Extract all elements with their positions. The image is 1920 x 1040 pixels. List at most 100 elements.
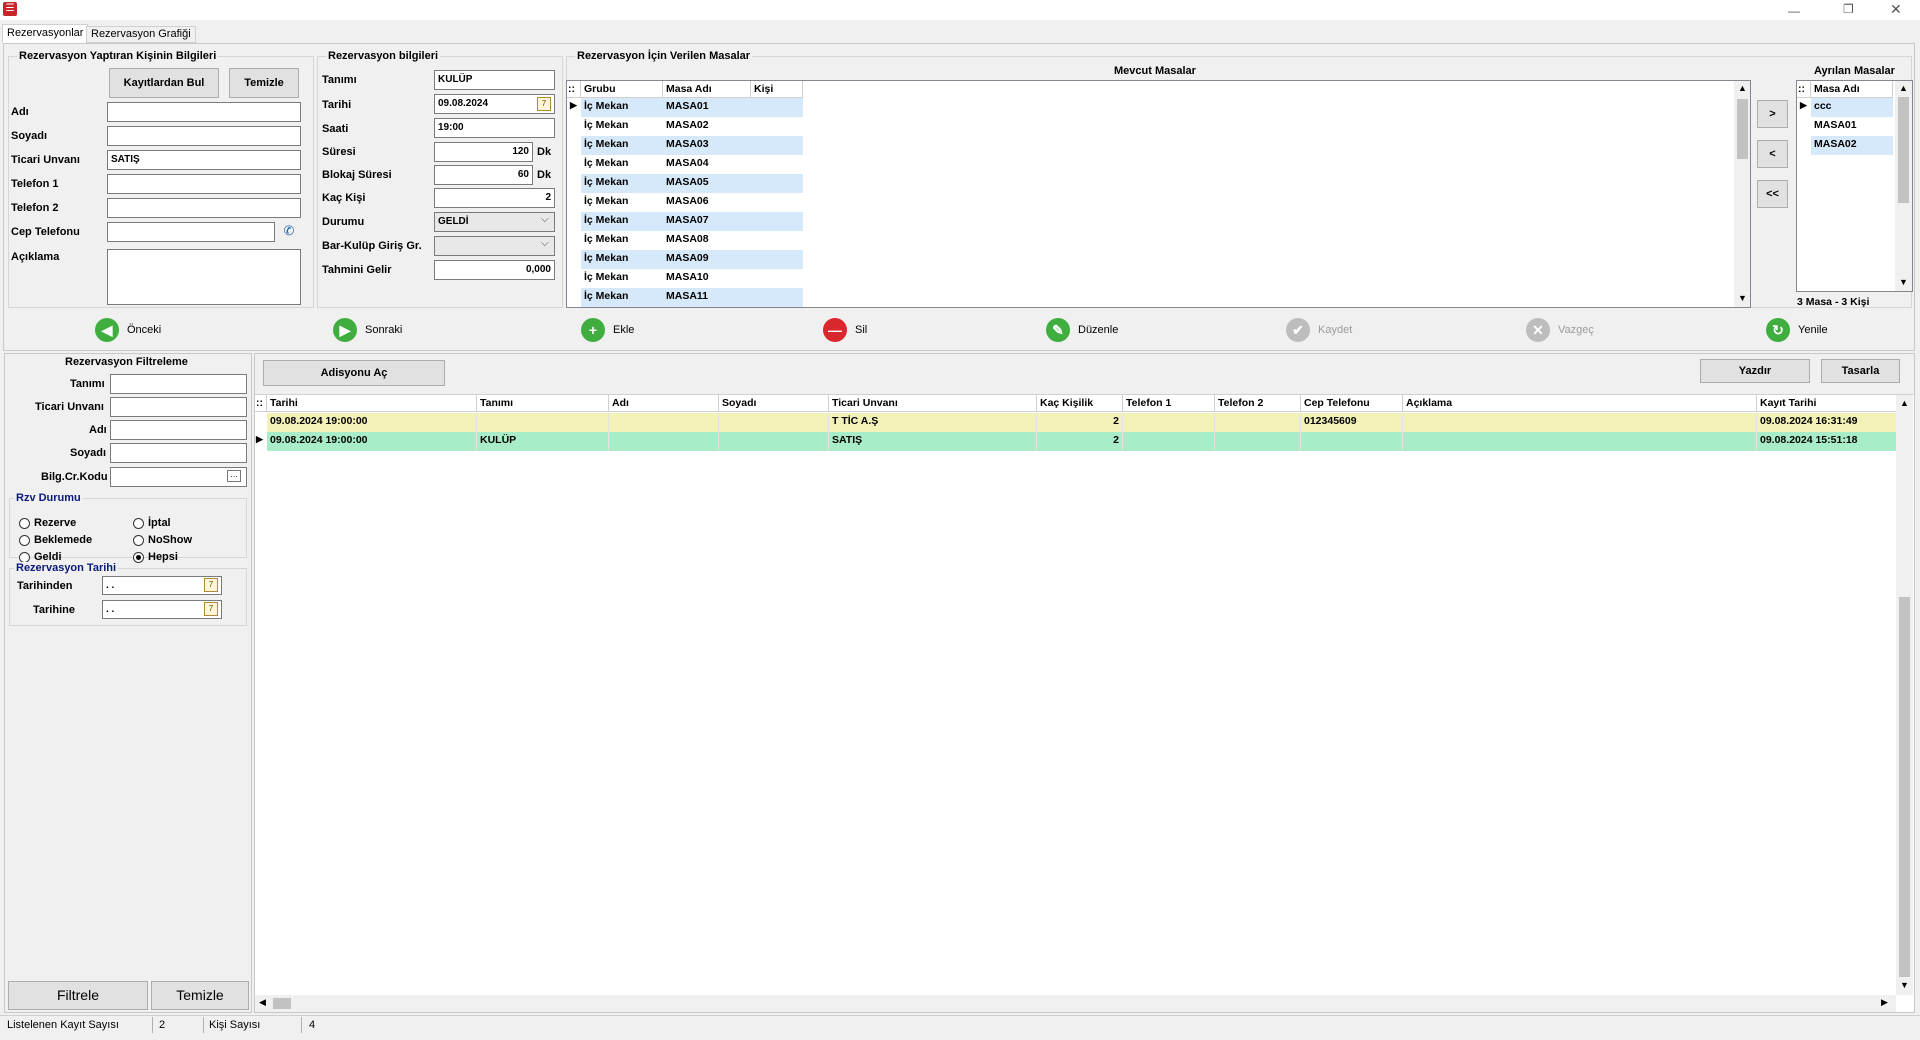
ellipsis-icon[interactable]: … — [227, 470, 241, 482]
toolbar-button-6[interactable]: ✕ Vazgeç — [1526, 318, 1594, 342]
scroll-thumb[interactable] — [273, 998, 291, 1009]
scroll-up-icon[interactable]: ▲ — [1899, 83, 1908, 93]
col-header-ayrilan-masa-adi[interactable]: Masa Adı — [1811, 81, 1893, 98]
calendar-icon[interactable]: 7 — [537, 97, 551, 111]
status-radio-3[interactable]: NoShow — [133, 534, 192, 546]
reservations-grid[interactable]: :: Tarihi Tanımı Adı Soyadı Ticari Unvanı Kaç… — [255, 394, 1914, 1012]
status-radio-2[interactable]: Beklemede — [19, 534, 92, 546]
res-sure-field[interactable]: 120 — [434, 142, 533, 162]
status-radio-5[interactable]: Hepsi — [133, 551, 178, 563]
ticari-field[interactable]: SATIŞ — [107, 150, 301, 170]
list-col-header-tarih[interactable]: Tarihi — [267, 395, 477, 412]
tab-rezervasyonlar[interactable]: Rezervasyonlar — [2, 24, 89, 43]
available-table-row[interactable]: İç Mekan MASA03 — [567, 136, 803, 155]
tab-rezervasyon-grafigi[interactable]: Rezervasyon Grafiği — [86, 26, 196, 43]
available-table-row[interactable]: İç Mekan MASA06 — [567, 193, 803, 212]
scroll-up-icon[interactable]: ▲ — [1738, 83, 1747, 93]
person-clear-button[interactable]: Temizle — [229, 68, 299, 98]
chevron-down-icon[interactable]: ⌵ — [541, 238, 549, 249]
calendar-icon[interactable]: 7 — [204, 602, 218, 616]
close-icon[interactable]: ✕ — [1890, 1, 1902, 18]
print-button[interactable]: Yazdır — [1700, 359, 1810, 383]
chevron-down-icon[interactable]: ⌵ — [541, 214, 549, 225]
assigned-table-row[interactable]: MASA02 — [1797, 136, 1893, 155]
scroll-down-icon[interactable]: ▼ — [1738, 293, 1747, 303]
scroll-thumb[interactable] — [1737, 99, 1748, 159]
available-table-row[interactable]: İç Mekan MASA04 — [567, 155, 803, 174]
available-table-row[interactable]: İç Mekan MASA10 — [567, 269, 803, 288]
find-from-records-button[interactable]: Kayıtlardan Bul — [109, 68, 219, 98]
available-table-row[interactable]: İç Mekan MASA05 — [567, 174, 803, 193]
filter-ticari-field[interactable] — [110, 397, 247, 417]
res-tanim-field[interactable]: KULÜP — [434, 70, 555, 90]
scroll-up-icon[interactable]: ▲ — [1900, 398, 1909, 408]
col-header-grubu[interactable]: Grubu — [581, 81, 663, 98]
res-bar-select[interactable] — [434, 236, 555, 256]
design-button[interactable]: Tasarla — [1821, 359, 1900, 383]
toolbar-button-7[interactable]: ↻ Yenile — [1766, 318, 1828, 342]
status-radio-1[interactable]: İptal — [133, 517, 171, 529]
available-table-row[interactable]: İç Mekan MASA11 — [567, 288, 803, 307]
res-durum-select[interactable]: GELDİ — [434, 212, 555, 232]
available-table-row[interactable]: İç Mekan MASA08 — [567, 231, 803, 250]
calendar-icon[interactable]: 7 — [204, 578, 218, 592]
status-radio-0[interactable]: Rezerve — [19, 517, 76, 529]
assigned-tables-grid[interactable]: :: Masa Adı ▶ ccc MASA01 MASA02 ▲ ▼ — [1796, 80, 1913, 292]
list-col-header-tel1[interactable]: Telefon 1 — [1123, 395, 1215, 412]
move-left-button[interactable]: < — [1757, 140, 1788, 168]
move-right-button[interactable]: > — [1757, 100, 1788, 128]
available-table-row[interactable]: İç Mekan MASA02 — [567, 117, 803, 136]
phone-lookup-icon[interactable]: ✆ — [279, 223, 299, 241]
assigned-scrollbar[interactable]: ▲ ▼ — [1895, 81, 1912, 291]
col-header-kisi[interactable]: Kişi — [751, 81, 803, 98]
list-col-header-kayit[interactable]: Kayıt Tarihi — [1757, 395, 1898, 412]
list-scrollbar-vertical[interactable]: ▲ ▼ — [1896, 395, 1913, 995]
res-gelir-field[interactable]: 0,000 — [434, 260, 555, 280]
filter-tanim-field[interactable] — [110, 374, 247, 394]
open-bill-button[interactable]: Adisyonu Aç — [263, 360, 445, 386]
assigned-table-row[interactable]: MASA01 — [1797, 117, 1893, 136]
res-blokaj-field[interactable]: 60 — [434, 165, 533, 185]
scroll-thumb[interactable] — [1899, 597, 1910, 977]
table-row[interactable]: ▶ 09.08.2024 19:00:00 KULÜP SATIŞ 2 09.08.202… — [255, 432, 1898, 451]
list-col-header-ad[interactable]: Adı — [609, 395, 719, 412]
list-col-header-soyad[interactable]: Soyadı — [719, 395, 829, 412]
res-saat-field[interactable]: 19:00 — [434, 118, 555, 138]
res-kisi-field[interactable]: 2 — [434, 188, 555, 208]
toolbar-button-3[interactable]: — Sil — [823, 318, 867, 342]
available-table-row[interactable]: ▶ İç Mekan MASA01 — [567, 98, 803, 117]
soyad-field[interactable] — [107, 126, 301, 146]
list-scrollbar-horizontal[interactable]: ◀ ▶ — [255, 995, 1896, 1012]
scroll-thumb[interactable] — [1898, 97, 1909, 203]
scroll-down-icon[interactable]: ▼ — [1900, 980, 1909, 990]
list-col-header-tel2[interactable]: Telefon 2 — [1215, 395, 1301, 412]
col-header-masa-adi[interactable]: Masa Adı — [663, 81, 751, 98]
toolbar-button-4[interactable]: ✎ Düzenle — [1046, 318, 1118, 342]
toolbar-button-0[interactable]: ◀ Önceki — [95, 318, 161, 342]
minimize-icon[interactable]: — — [1788, 4, 1800, 18]
list-col-header-cep[interactable]: Cep Telefonu — [1301, 395, 1403, 412]
list-col-header-tanim[interactable]: Tanımı — [477, 395, 609, 412]
assigned-table-row[interactable]: ▶ ccc — [1797, 98, 1893, 117]
toolbar-button-1[interactable]: ▶ Sonraki — [333, 318, 402, 342]
scroll-right-icon[interactable]: ▶ — [1881, 997, 1888, 1008]
cep-field[interactable] — [107, 222, 275, 242]
table-row[interactable]: 09.08.2024 19:00:00 T TİC A.Ş 2 012345609 09… — [255, 413, 1898, 432]
list-col-header-aciklama[interactable]: Açıklama — [1403, 395, 1757, 412]
available-table-row[interactable]: İç Mekan MASA07 — [567, 212, 803, 231]
filter-soyad-field[interactable] — [110, 443, 247, 463]
move-all-left-button[interactable]: << — [1757, 180, 1788, 208]
restore-icon[interactable]: ❐ — [1843, 2, 1854, 16]
toolbar-button-5[interactable]: ✔ Kaydet — [1286, 318, 1352, 342]
scroll-left-icon[interactable]: ◀ — [259, 997, 266, 1008]
tel2-field[interactable] — [107, 198, 301, 218]
available-table-row[interactable]: İç Mekan MASA09 — [567, 250, 803, 269]
filter-ad-field[interactable] — [110, 420, 247, 440]
scroll-down-icon[interactable]: ▼ — [1899, 277, 1908, 287]
toolbar-button-2[interactable]: + Ekle — [581, 318, 634, 342]
filter-button[interactable]: Filtrele — [8, 981, 148, 1010]
tel1-field[interactable] — [107, 174, 301, 194]
ad-field[interactable] — [107, 102, 301, 122]
available-tables-grid[interactable]: :: Grubu Masa Adı Kişi ▶ İç Mekan MASA01 İç… — [566, 80, 1751, 308]
available-scrollbar[interactable]: ▲ ▼ — [1734, 81, 1750, 307]
